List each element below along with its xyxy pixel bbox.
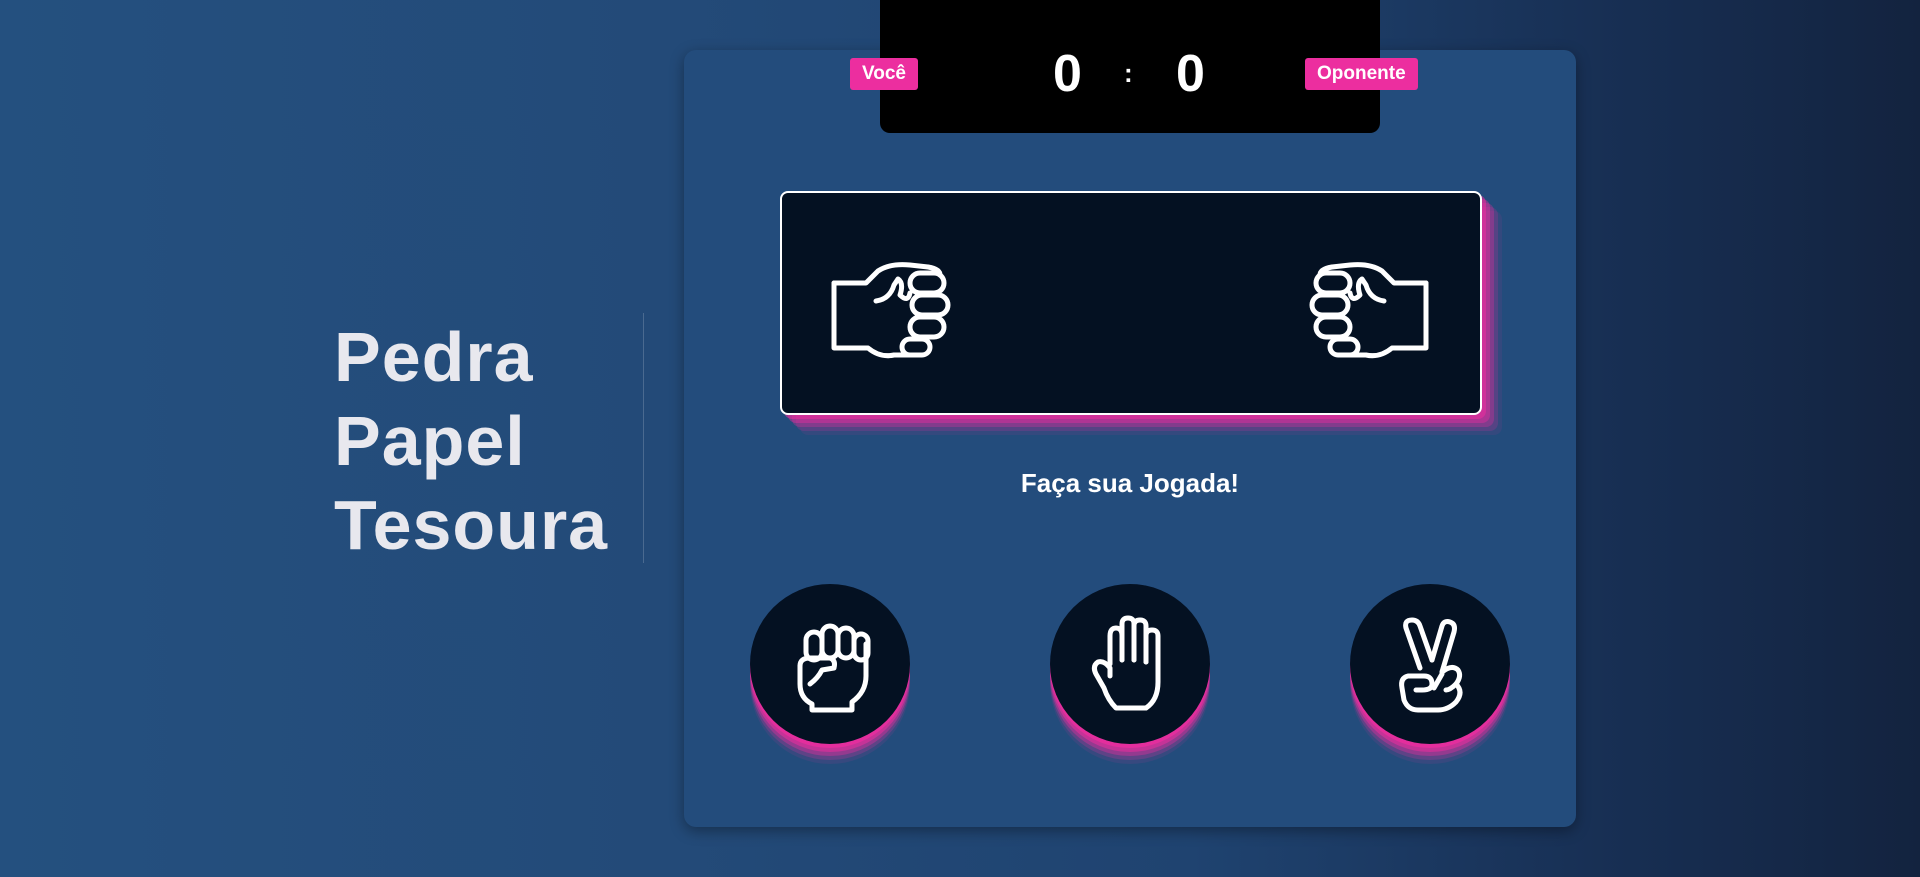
title-line-papel: Papel xyxy=(334,402,526,480)
opponent-label-badge: Oponente xyxy=(1305,58,1418,90)
rock-fist-icon xyxy=(797,623,871,713)
score-separator: : xyxy=(1124,58,1133,88)
opponent-score: 0 xyxy=(1176,45,1205,103)
player-label-badge: Você xyxy=(850,58,919,90)
paper-hand-icon xyxy=(1091,615,1161,711)
opponent-fist-icon xyxy=(1302,243,1432,363)
scissors-choice-button[interactable] xyxy=(1350,584,1510,744)
battle-display xyxy=(780,191,1482,415)
rock-choice-button[interactable] xyxy=(750,584,910,744)
player-fist-icon xyxy=(828,243,958,363)
play-prompt: Faça sua Jogada! xyxy=(1020,468,1240,498)
paper-choice-button[interactable] xyxy=(1050,584,1210,744)
title-line-pedra: Pedra xyxy=(334,318,534,396)
title-line-tesoura: Tesoura xyxy=(334,486,609,564)
player-score: 0 xyxy=(1053,45,1082,103)
scissors-hand-icon xyxy=(1399,617,1463,713)
game-title: Pedra Papel Tesoura xyxy=(334,315,608,567)
title-divider xyxy=(643,313,644,563)
